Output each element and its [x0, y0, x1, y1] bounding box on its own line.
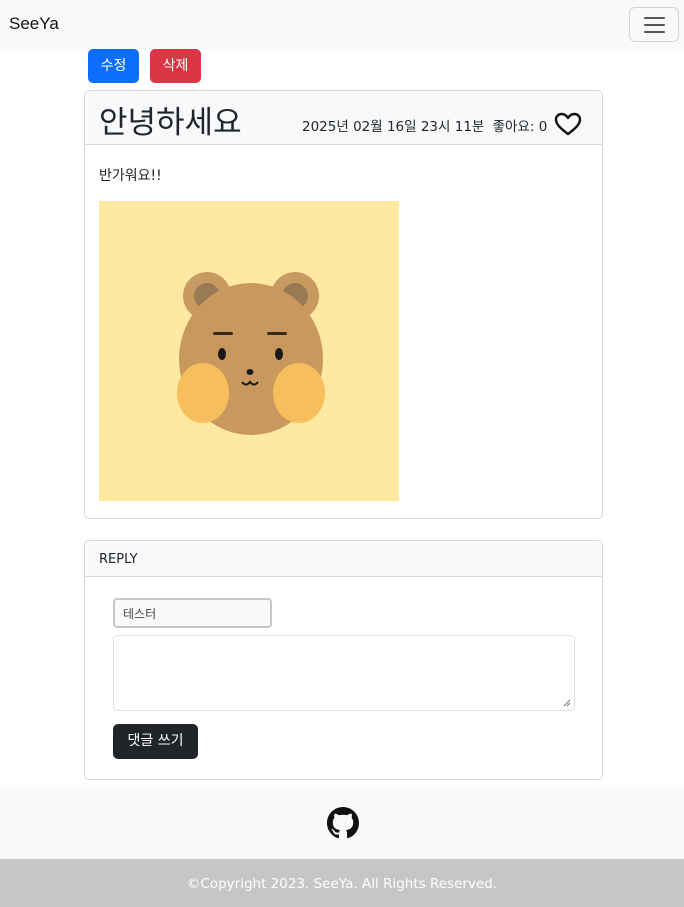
- author-input[interactable]: [113, 598, 272, 628]
- copyright-text: ©Copyright 2023. SeeYa. All Rights Reser…: [186, 876, 498, 892]
- brand-link[interactable]: SeeYa: [9, 14, 59, 34]
- delete-button[interactable]: 삭제: [150, 49, 201, 83]
- post-meta: 2025년 02월 16일 23시 11분 좋아요: 0: [302, 115, 547, 135]
- likes-label: 좋아요:: [492, 119, 535, 135]
- post-card: 안녕하세요 2025년 02월 16일 23시 11분 좋아요: 0 반가워요!…: [84, 90, 603, 519]
- reply-title: REPLY: [99, 552, 138, 567]
- post-header: 안녕하세요 2025년 02월 16일 23시 11분 좋아요: 0: [85, 91, 602, 145]
- footer-bottom: ©Copyright 2023. SeeYa. All Rights Reser…: [0, 859, 684, 907]
- reply-textarea[interactable]: [113, 635, 575, 711]
- post-content: 반가워요!!: [99, 168, 162, 184]
- resize-grip-icon[interactable]: [563, 699, 571, 707]
- heart-outline-icon[interactable]: [554, 112, 582, 136]
- post-title: 안녕하세요: [99, 105, 242, 141]
- bear-character-image: [99, 201, 399, 501]
- github-icon[interactable]: [327, 807, 359, 839]
- reply-header: REPLY: [85, 541, 602, 577]
- submit-reply-button[interactable]: 댓글 쓰기: [113, 724, 198, 759]
- navbar: SeeYa: [0, 0, 684, 49]
- likes-count: 0: [538, 119, 548, 135]
- edit-button[interactable]: 수정: [88, 49, 139, 83]
- post-date: 2025년 02월 16일 23시 11분: [302, 119, 485, 135]
- hamburger-icon: [644, 17, 665, 19]
- footer-links: [0, 787, 684, 859]
- reply-card: REPLY 댓글 쓰기: [84, 540, 603, 780]
- navbar-toggler-button[interactable]: [629, 7, 679, 42]
